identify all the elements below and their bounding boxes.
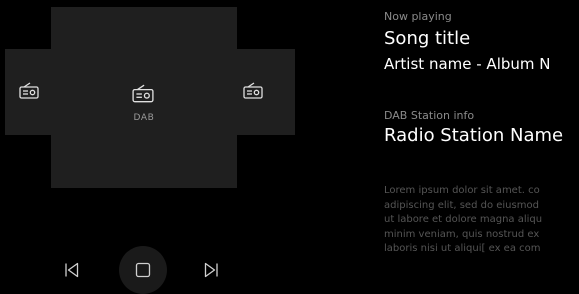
radio-icon xyxy=(243,82,263,99)
station-card-next[interactable] xyxy=(237,49,295,135)
stop-button[interactable] xyxy=(119,246,167,294)
previous-button[interactable] xyxy=(54,255,90,285)
radio-icon xyxy=(19,82,39,99)
next-button[interactable] xyxy=(193,255,229,285)
description-line: Lorem ipsum dolor sit amet. co xyxy=(384,185,540,196)
station-name: Radio Station Name xyxy=(384,125,564,146)
station-card-previous[interactable] xyxy=(5,49,51,135)
station-info-heading: DAB Station info xyxy=(384,109,475,122)
description-line: ut labore et dolore magna aliqu xyxy=(384,214,543,225)
stop-icon xyxy=(135,262,151,278)
song-title: Song title xyxy=(384,28,471,49)
station-card-label: DAB xyxy=(133,113,155,123)
radio-icon xyxy=(132,84,154,103)
station-description: Lorem ipsum dolor sit amet. co adipiscin… xyxy=(384,184,579,257)
description-line: minim veniam, quis nostrud ex xyxy=(384,228,540,240)
skip-next-icon xyxy=(204,262,218,278)
station-card-current[interactable]: DAB xyxy=(51,7,237,188)
description-line: laboris nisi ut aliqui[ ex ea com xyxy=(384,243,541,254)
artist-album: Artist name - Album N xyxy=(384,55,551,73)
skip-previous-icon xyxy=(65,262,79,278)
description-line: adipiscing elit, sed do eiusmod xyxy=(384,199,539,211)
now-playing-heading: Now playing xyxy=(384,10,452,23)
